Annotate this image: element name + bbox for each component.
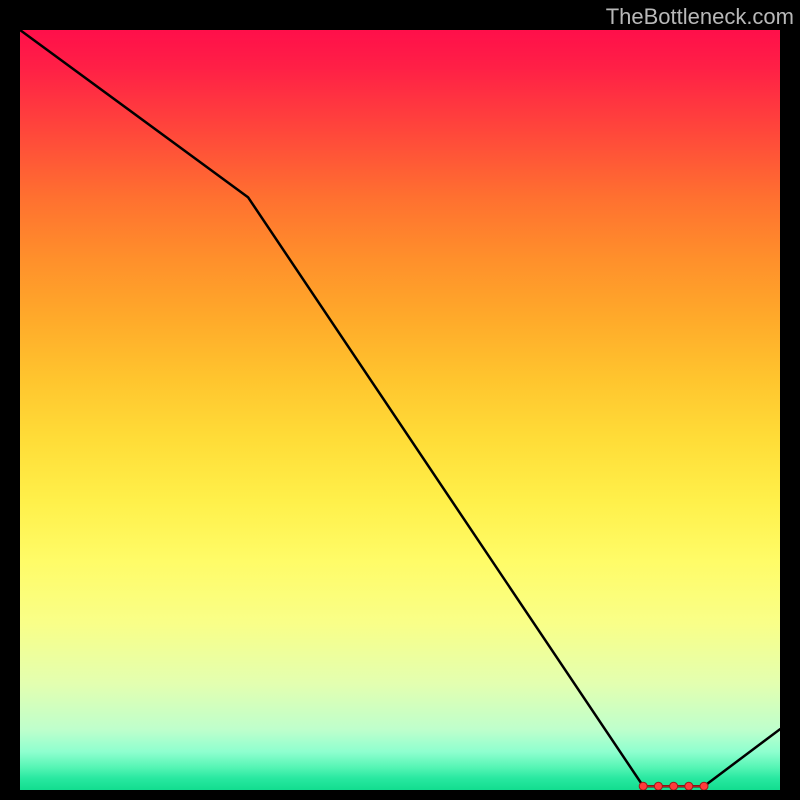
marker-dot bbox=[685, 782, 693, 790]
marker-dot bbox=[700, 782, 708, 790]
marker-dot bbox=[670, 782, 678, 790]
highlight-markers bbox=[20, 30, 780, 790]
marker-dot bbox=[654, 782, 662, 790]
marker-dot bbox=[639, 782, 647, 790]
chart-container: TheBottleneck.com bbox=[0, 0, 800, 800]
watermark-text: TheBottleneck.com bbox=[606, 4, 794, 30]
